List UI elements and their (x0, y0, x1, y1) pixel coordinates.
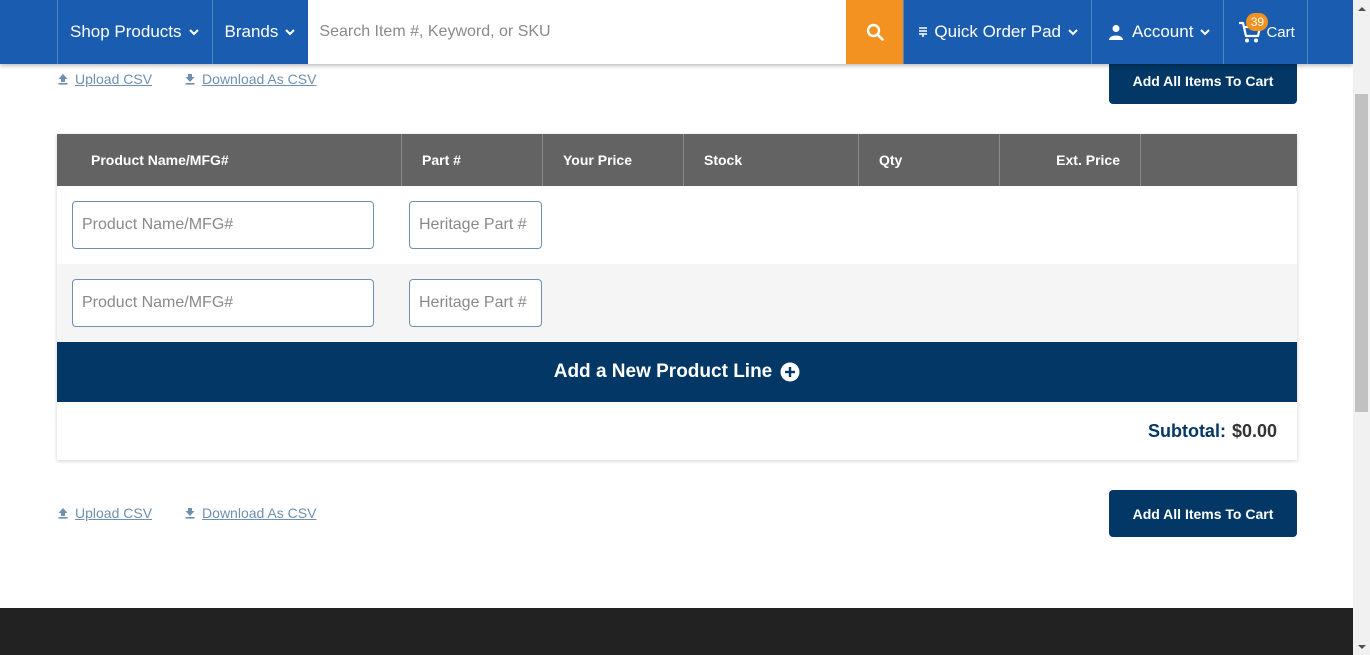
table-header: Product Name/MFG# Part # Your Price Stoc… (57, 134, 1297, 186)
top-nav-bar: Shop Products Brands Quick Order Pad Acc… (0, 0, 1353, 64)
upload-icon (58, 74, 68, 85)
nav-left-spacer (0, 0, 57, 64)
upload-csv-label: Upload CSV (75, 505, 153, 521)
footer (0, 608, 1353, 655)
scrollbar-thumb[interactable] (1355, 94, 1368, 412)
search-input[interactable] (308, 0, 847, 64)
download-csv-link[interactable]: Download As CSV (184, 505, 316, 521)
subtotal: Subtotal: $0.00 (57, 402, 1297, 460)
vertical-scrollbar[interactable] (1353, 0, 1370, 655)
quick-order-table: Product Name/MFG# Part # Your Price Stoc… (57, 134, 1297, 460)
add-new-product-line-label: Add a New Product Line (553, 361, 773, 382)
nav-shop-products-label: Shop Products (70, 22, 182, 41)
part-number-field-wrapper (409, 279, 542, 327)
download-csv-link[interactable]: Download As CSV (184, 71, 316, 87)
download-csv-label: Download As CSV (202, 505, 317, 521)
download-icon (185, 74, 195, 85)
nav-cart[interactable]: 39 Cart (1223, 0, 1306, 64)
scroll-down-arrow-icon[interactable] (1353, 638, 1370, 655)
page: Shop Products Brands Quick Order Pad Acc… (0, 0, 1353, 655)
nav-shop-products[interactable]: Shop Products (57, 0, 212, 64)
scroll-up-arrow-icon[interactable] (1353, 0, 1370, 17)
subtotal-value: $0.00 (1231, 420, 1277, 441)
nav-account[interactable]: Account (1091, 0, 1223, 64)
chevron-down-icon (1200, 29, 1211, 36)
upload-csv-link[interactable]: Upload CSV (57, 71, 152, 87)
upload-csv-link[interactable]: Upload CSV (57, 505, 152, 521)
chevron-down-icon (188, 29, 199, 36)
upload-csv-label: Upload CSV (75, 71, 153, 87)
download-csv-label: Download As CSV (202, 71, 317, 87)
part-number-input[interactable] (410, 280, 541, 326)
chevron-down-icon (1068, 29, 1078, 36)
nav-right-spacer (1306, 0, 1353, 64)
product-name-input[interactable] (73, 202, 373, 248)
nav-cart-label: Cart (1266, 23, 1295, 41)
table-row (57, 186, 1297, 264)
product-name-input[interactable] (73, 280, 373, 326)
add-all-items-label: Add All Items To Cart (1132, 505, 1274, 522)
chevron-down-icon (285, 29, 296, 36)
nav-account-label: Account (1132, 22, 1194, 41)
product-name-field-wrapper (72, 279, 374, 327)
csv-links-top: Upload CSV Download As CSV (57, 71, 316, 87)
add-all-items-to-cart-button-bottom[interactable]: Add All Items To Cart (1109, 490, 1297, 537)
col-header-part-number: Part # (402, 134, 543, 186)
search-icon (866, 23, 884, 41)
product-name-field-wrapper (72, 201, 374, 249)
nav-quick-order-pad[interactable]: Quick Order Pad (903, 0, 1091, 64)
plus-circle-icon (780, 362, 800, 382)
quick-order-icon (919, 27, 928, 37)
add-new-product-line-button[interactable]: Add a New Product Line (57, 342, 1297, 402)
table-row (57, 264, 1297, 342)
download-icon (185, 508, 195, 519)
search-button[interactable] (846, 0, 904, 64)
user-icon (1109, 25, 1123, 40)
upload-icon (58, 508, 68, 519)
cart-count-badge: 39 (1246, 13, 1269, 31)
col-header-product-name: Product Name/MFG# (57, 134, 402, 186)
nav-brands[interactable]: Brands (211, 0, 309, 64)
nav-brands-label: Brands (224, 22, 279, 41)
col-header-your-price: Your Price (543, 134, 684, 186)
subtotal-label: Subtotal: (1147, 420, 1226, 441)
col-header-ext-price: Ext. Price (1000, 134, 1141, 186)
nav-quick-order-pad-label: Quick Order Pad (934, 22, 1061, 41)
col-header-actions (1141, 134, 1297, 186)
search-box (308, 0, 847, 64)
csv-links-bottom: Upload CSV Download As CSV (57, 505, 316, 521)
add-all-items-label: Add All Items To Cart (1132, 72, 1274, 89)
part-number-field-wrapper (409, 201, 542, 249)
add-all-items-to-cart-button-top[interactable]: Add All Items To Cart (1109, 57, 1297, 104)
col-header-qty: Qty (859, 134, 1000, 186)
col-header-stock: Stock (684, 134, 859, 186)
part-number-input[interactable] (410, 202, 541, 248)
